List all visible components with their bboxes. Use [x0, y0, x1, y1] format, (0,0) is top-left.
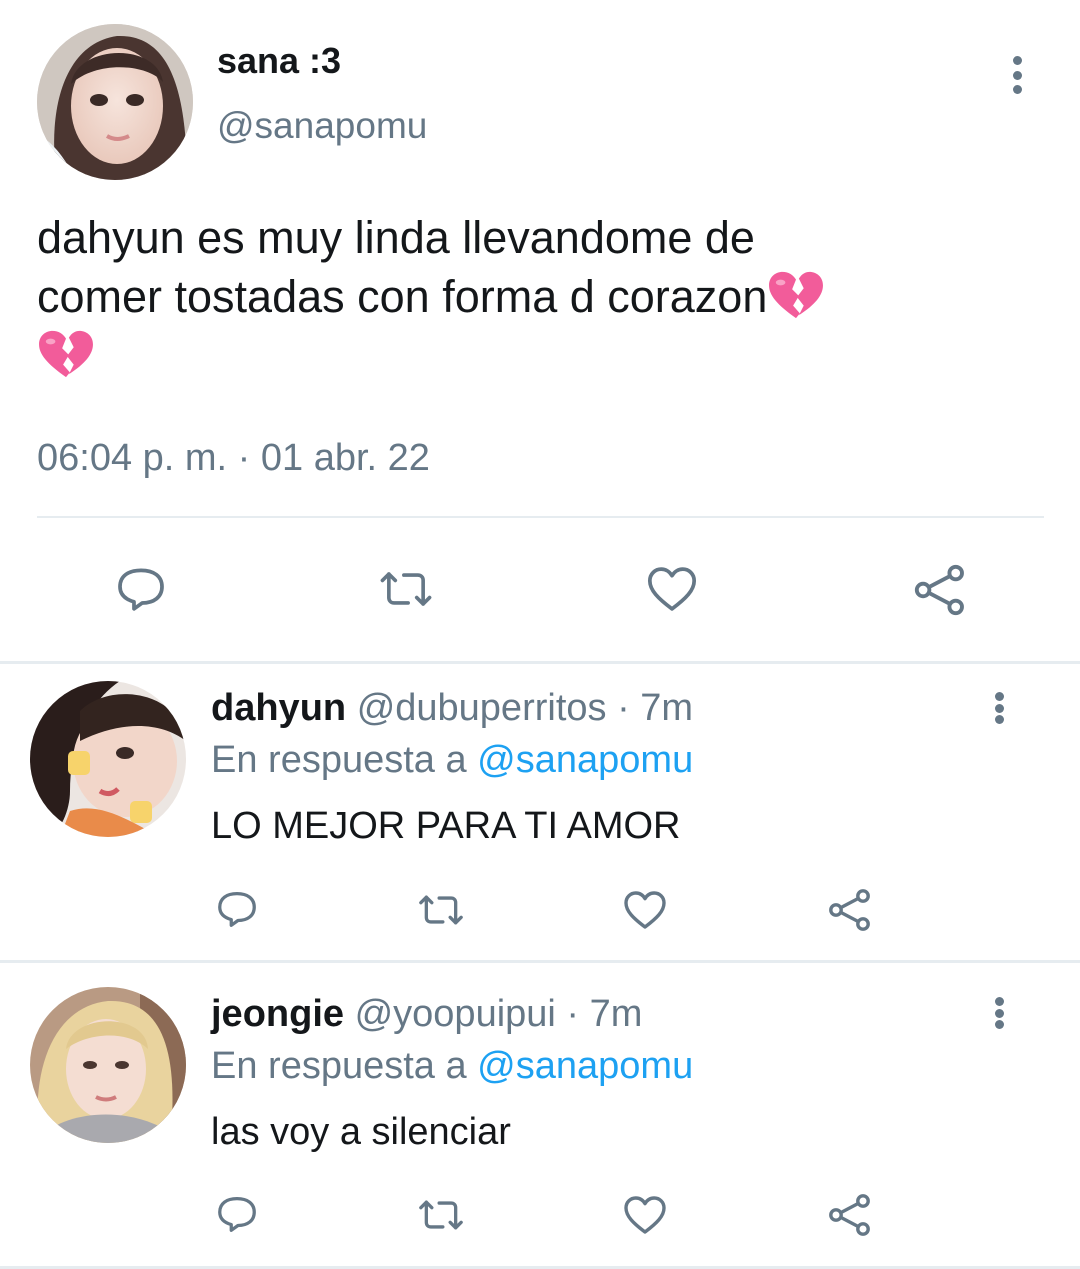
- reply-context: En respuesta a @sanapomu: [211, 739, 693, 782]
- tweet-thread: sana :3 @sanapomu dahyun es muy linda ll…: [0, 0, 1080, 1269]
- reply-header: dahyun @dubuperritos · 7m: [211, 687, 693, 730]
- divider: [37, 516, 1044, 518]
- action-bar: [0, 1191, 1080, 1241]
- avatar[interactable]: [30, 681, 186, 837]
- reply-tweet[interactable]: dahyun @dubuperritos · 7m En respuesta a…: [0, 664, 1080, 960]
- mention-link[interactable]: @sanapomu: [477, 1045, 693, 1087]
- display-name[interactable]: jeongie: [211, 993, 344, 1035]
- display-name[interactable]: dahyun: [211, 687, 346, 729]
- reply-prefix: En respuesta a: [211, 739, 467, 781]
- reply-tweet[interactable]: jeongie @yoopuipui · 7m En respuesta a @…: [0, 963, 1080, 1269]
- handle[interactable]: @sanapomu: [217, 105, 427, 147]
- main-tweet-header: sana :3 @sanapomu: [0, 0, 1080, 200]
- retweet-icon[interactable]: [414, 888, 468, 932]
- broken-heart-icon: [37, 329, 95, 381]
- share-icon[interactable]: [910, 561, 970, 619]
- tweet-timestamp[interactable]: 06:04 p. m. · 01 abr. 22: [37, 437, 430, 480]
- reply-text: las voy a silenciar: [211, 1111, 511, 1153]
- action-bar: [0, 886, 1080, 936]
- like-icon[interactable]: [643, 561, 701, 617]
- like-icon[interactable]: [621, 1191, 669, 1239]
- like-icon[interactable]: [621, 886, 669, 934]
- broken-heart-icon: [767, 270, 825, 322]
- more-vertical-icon[interactable]: [984, 688, 1014, 728]
- retweet-icon[interactable]: [376, 563, 436, 615]
- retweet-icon[interactable]: [414, 1193, 468, 1237]
- reply-prefix: En respuesta a: [211, 1045, 467, 1087]
- reply-context: En respuesta a @sanapomu: [211, 1045, 693, 1088]
- more-vertical-icon[interactable]: [984, 993, 1014, 1033]
- reply-text: LO MEJOR PARA TI AMOR: [211, 805, 681, 847]
- reply-time: · 7m: [617, 687, 694, 729]
- share-icon[interactable]: [825, 1191, 875, 1239]
- handle[interactable]: @dubuperritos: [357, 687, 607, 729]
- mention-link[interactable]: @sanapomu: [477, 739, 693, 781]
- reply-header: jeongie @yoopuipui · 7m: [211, 993, 642, 1036]
- reply-time: · 7m: [566, 993, 643, 1035]
- reply-icon[interactable]: [214, 886, 260, 932]
- tweet-text-line1: dahyun es muy linda llevandome de: [37, 212, 755, 263]
- display-name[interactable]: sana :3: [217, 40, 341, 82]
- reply-icon[interactable]: [113, 561, 169, 617]
- reply-icon[interactable]: [214, 1191, 260, 1237]
- handle[interactable]: @yoopuipui: [355, 993, 556, 1035]
- tweet-text: dahyun es muy linda llevandome de comer …: [37, 208, 1047, 385]
- avatar[interactable]: [37, 24, 193, 180]
- action-bar: [0, 555, 1080, 625]
- share-icon[interactable]: [825, 886, 875, 934]
- avatar[interactable]: [30, 987, 186, 1143]
- more-vertical-icon[interactable]: [1002, 52, 1032, 98]
- tweet-text-line2: comer tostadas con forma d corazon: [37, 271, 768, 322]
